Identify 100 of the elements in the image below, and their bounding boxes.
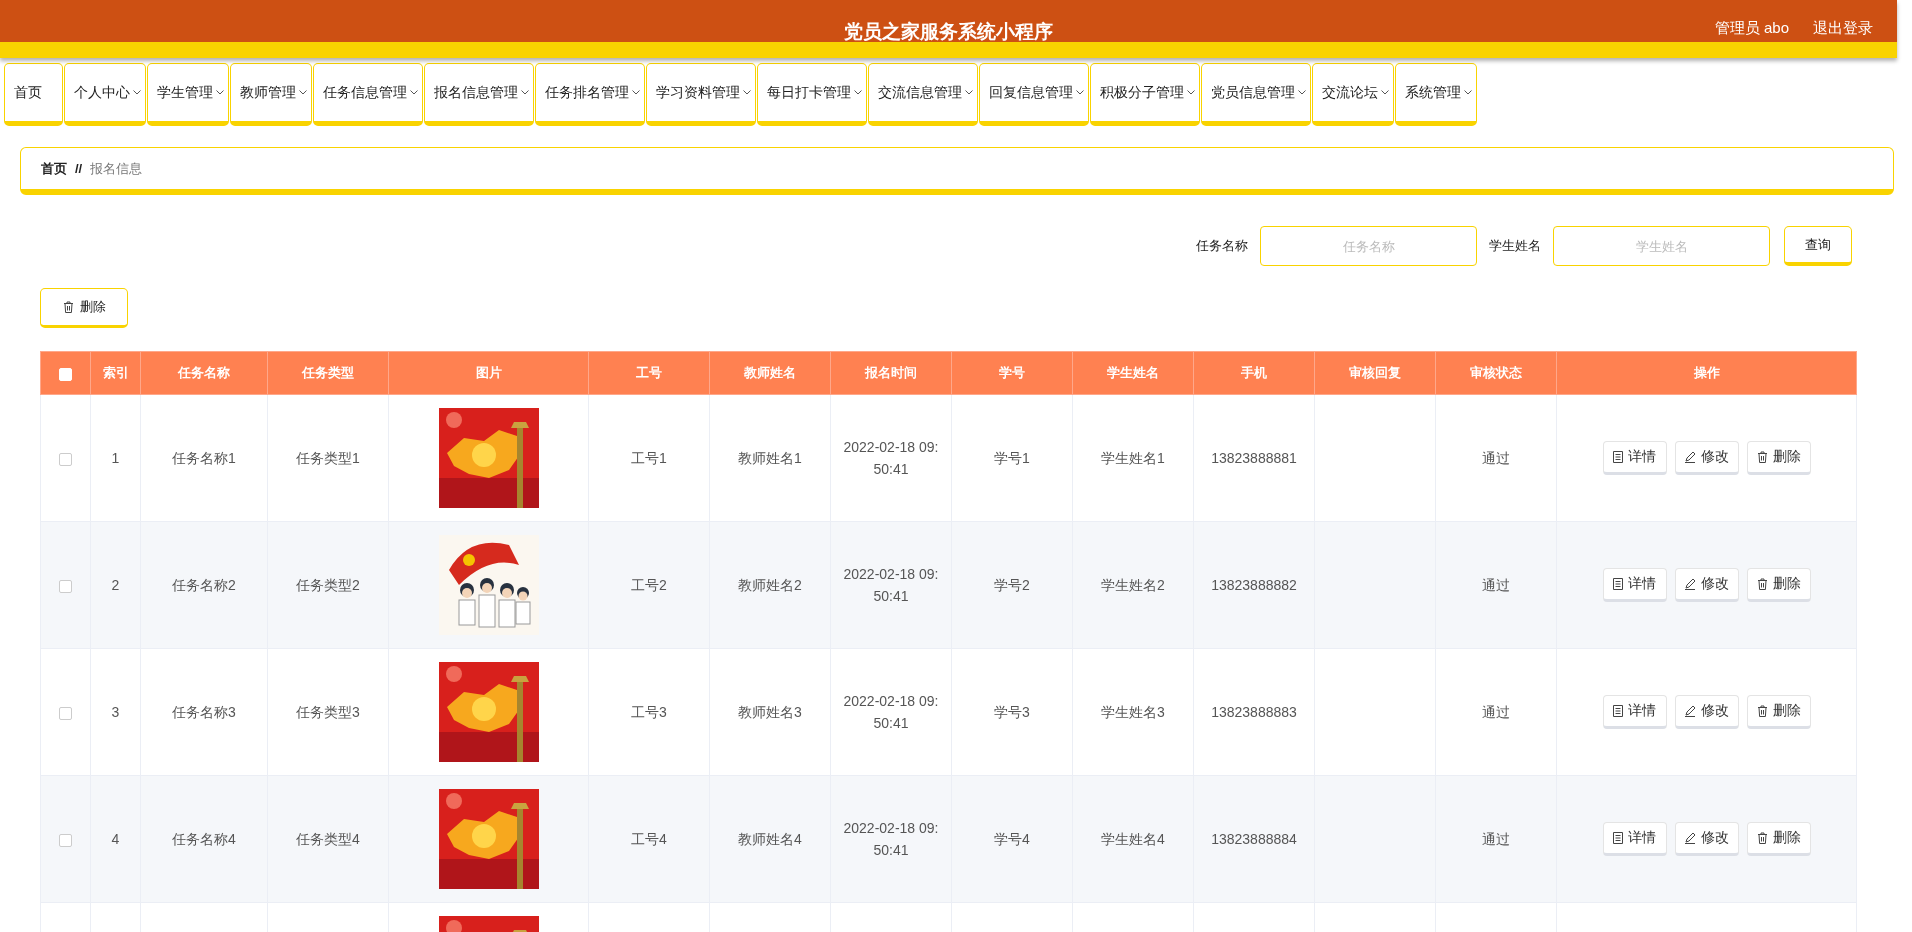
details-button[interactable]: 详情 — [1602, 568, 1667, 602]
table-header-cell: 图片 — [388, 351, 589, 395]
chevron-icon — [743, 90, 751, 95]
edit-button[interactable]: 修改 — [1674, 441, 1739, 475]
table-header-cell: 手机 — [1193, 351, 1315, 395]
chevron-icon — [1298, 90, 1306, 95]
table-cell: 2022-02-18 09:50:41 — [843, 692, 939, 731]
table-cell: 教师姓名2 — [738, 576, 802, 593]
chevron-icon — [133, 90, 141, 95]
table-cell: 学号2 — [994, 576, 1030, 593]
trash-icon — [1756, 705, 1768, 717]
table-header-cell: 任务名称 — [140, 351, 268, 395]
table-cell: 教师姓名1 — [738, 449, 802, 466]
table-cell: 教师姓名3 — [738, 703, 802, 720]
table-header-cell: 索引 — [90, 351, 141, 395]
nav-tab[interactable]: 交流论坛 — [1312, 63, 1394, 126]
pen-icon — [1684, 705, 1696, 717]
table-cell: 4 — [111, 830, 120, 847]
chevron-icon — [299, 90, 307, 95]
table-cell: 2022-02-18 09:50:41 — [843, 819, 939, 858]
nav-tab[interactable]: 学生管理 — [147, 63, 229, 126]
query-button[interactable]: 查询 — [1784, 226, 1852, 266]
delete-button[interactable]: 删除 — [1746, 568, 1811, 602]
details-button[interactable]: 详情 — [1602, 822, 1667, 856]
table-cell: 任务名称1 — [172, 449, 236, 466]
nav-tab[interactable]: 任务信息管理 — [313, 63, 423, 126]
nav-tab[interactable]: 教师管理 — [230, 63, 312, 126]
breadcrumb-current: 报名信息 — [90, 159, 143, 178]
edit-button[interactable]: 修改 — [1674, 568, 1739, 602]
search-label: 任务名称 — [1196, 237, 1248, 255]
table-cell: 任务类型2 — [296, 576, 360, 593]
chevron-icon — [216, 90, 224, 95]
table-cell: 任务名称2 — [172, 576, 236, 593]
table-header-cell: 任务类型 — [267, 351, 389, 395]
document-icon — [1613, 451, 1623, 463]
delete-button[interactable]: 删除 — [1746, 822, 1811, 856]
nav-tab[interactable]: 首页 — [4, 63, 63, 126]
table-cell: 通过 — [1482, 449, 1510, 466]
details-button[interactable]: 详情 — [1602, 695, 1667, 729]
document-icon — [1613, 705, 1623, 717]
table-cell: 学号1 — [994, 449, 1030, 466]
document-icon — [1613, 832, 1623, 844]
table-header-cell: 报名时间 — [830, 351, 952, 395]
row-checkbox[interactable] — [59, 579, 72, 593]
pen-icon — [1684, 578, 1696, 590]
table-cell: 13823888884 — [1211, 830, 1297, 847]
table-header-cell: 审核回复 — [1314, 351, 1436, 395]
document-icon — [1613, 578, 1623, 590]
search-field[interactable]: 学生姓名 — [1553, 226, 1770, 266]
table-header-cell: 学生姓名 — [1072, 351, 1194, 395]
search-field[interactable]: 任务名称 — [1260, 226, 1477, 266]
table-header-cell: 工号 — [588, 351, 710, 395]
logout-link[interactable]: 退出登录 — [1813, 19, 1873, 38]
nav-tab[interactable]: 报名信息管理 — [424, 63, 534, 126]
nav-tab[interactable]: 个人中心 — [64, 63, 146, 126]
table-cell: 2 — [111, 576, 120, 593]
table-cell: 学号3 — [994, 703, 1030, 720]
chevron-icon — [632, 90, 640, 95]
nav-tab[interactable]: 系统管理 — [1395, 63, 1477, 126]
edit-button[interactable]: 修改 — [1674, 822, 1739, 856]
nav-tab[interactable]: 任务排名管理 — [535, 63, 645, 126]
chevron-icon — [1464, 90, 1472, 95]
row-checkbox[interactable] — [59, 833, 72, 847]
table-cell: 任务名称4 — [172, 830, 236, 847]
breadcrumb-separator: // — [75, 161, 83, 176]
trash-icon — [1756, 451, 1768, 463]
nav-tab[interactable]: 党员信息管理 — [1201, 63, 1311, 126]
delete-button[interactable]: 删除 — [1746, 695, 1811, 729]
row-checkbox[interactable] — [59, 452, 72, 466]
table-header-cell: 审核状态 — [1435, 351, 1557, 395]
row-checkbox[interactable] — [59, 706, 72, 720]
table-cell: 通过 — [1482, 703, 1510, 720]
delete-button[interactable]: 删除 — [40, 288, 128, 328]
nav-tab[interactable]: 学习资料管理 — [646, 63, 756, 126]
pen-icon — [1684, 451, 1696, 463]
chevron-icon — [1381, 90, 1389, 95]
search-label: 学生姓名 — [1489, 237, 1541, 255]
nav-tab[interactable]: 每日打卡管理 — [757, 63, 867, 126]
select-all-checkbox[interactable] — [59, 367, 72, 381]
delete-button[interactable]: 删除 — [1746, 441, 1811, 475]
table-cell: 任务类型3 — [296, 703, 360, 720]
table-cell: 通过 — [1482, 830, 1510, 847]
breadcrumb-home[interactable]: 首页 — [41, 159, 67, 178]
table-header-cell: 学号 — [951, 351, 1073, 395]
table-cell: 1 — [111, 449, 120, 466]
edit-button[interactable]: 修改 — [1674, 695, 1739, 729]
trash-icon — [1756, 832, 1768, 844]
table-cell: 学生姓名4 — [1101, 830, 1165, 847]
nav-tab[interactable]: 回复信息管理 — [979, 63, 1089, 126]
table-header-cell: 操作 — [1556, 351, 1857, 395]
details-button[interactable]: 详情 — [1602, 441, 1667, 475]
table-cell: 工号1 — [631, 449, 667, 466]
table-cell: 2022-02-18 09:50:41 — [843, 438, 939, 477]
table-cell: 教师姓名4 — [738, 830, 802, 847]
nav-tab[interactable]: 积极分子管理 — [1090, 63, 1200, 126]
nav-tab[interactable]: 交流信息管理 — [868, 63, 978, 126]
table-cell: 任务类型4 — [296, 830, 360, 847]
table-cell: 工号2 — [631, 576, 667, 593]
trash-icon — [62, 301, 74, 313]
chevron-icon — [521, 90, 529, 95]
